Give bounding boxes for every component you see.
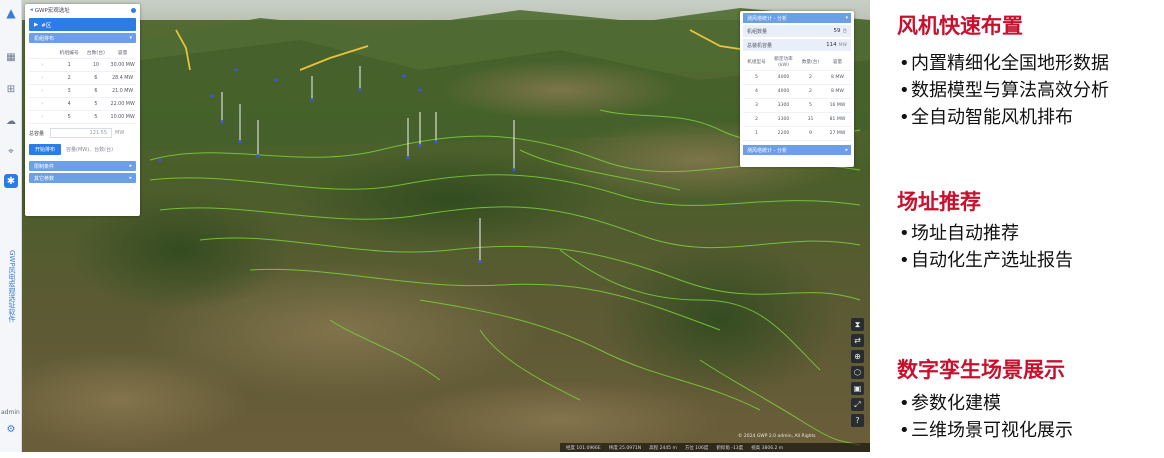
start-layout-button[interactable]: 开始排布 — [29, 143, 62, 155]
total-capacity-field[interactable]: 121.55 — [50, 128, 113, 138]
back-icon[interactable]: ◂ — [30, 7, 33, 13]
table-row[interactable]: › 1 10 30.00 MW — [29, 59, 136, 72]
table-row[interactable]: › 4 5 22.00 MW — [29, 98, 136, 111]
list-item: •自动化生产选址报告 — [899, 250, 1073, 271]
turbine-count-stat: 机组数量 59 台 — [743, 25, 851, 37]
table-row[interactable]: 3 3300 5 16 MW — [743, 99, 851, 113]
total-capacity-stat: 总装机容量 114 MW — [743, 39, 851, 51]
statistics-panel-footer[interactable]: 测风塔统计 - 分析 ▸ — [743, 145, 851, 155]
feature-list-site: •场址自动推荐 •自动化生产选址报告 — [899, 220, 1073, 274]
list-item: •三维场景可视化展示 — [899, 420, 1073, 441]
copyright-text: © 2024 GWP 2.0 admin, All Rights — [738, 434, 816, 439]
feature-title-site: 场址推荐 — [897, 190, 981, 214]
heading-readout: 方位 106度 — [684, 445, 709, 451]
turbine-layout-section[interactable]: 机组排布 ▾ — [29, 33, 136, 43]
chevron-right-icon: ▸ — [129, 163, 132, 169]
cloud-icon[interactable]: ☁ — [4, 114, 18, 128]
app-title-vertical: GWP风电宏观选址软件 — [8, 250, 16, 323]
chevron-down-icon: ▾ — [845, 15, 848, 21]
table-row[interactable]: › 3 6 21.0 MW — [29, 85, 136, 98]
chevron-right-icon: ▸ — [845, 147, 848, 153]
view-cube-icon[interactable]: ⬡ — [851, 366, 864, 379]
other-params-section[interactable]: 其它参数 ▸ — [29, 173, 136, 183]
table-row[interactable]: 5 4000 2 8 MW — [743, 71, 851, 85]
list-item: •场址自动推荐 — [899, 223, 1019, 244]
model-table: 机组型号 额定功率(kW) 数量(台) 容量 5 4000 2 8 MW 4 4000 2… — [743, 55, 851, 141]
camera-height-readout: 视高 3806.2 m — [751, 445, 784, 451]
pitch-readout: 俯仰角 -13度 — [716, 445, 744, 451]
layer-icon[interactable]: ▣ — [851, 382, 864, 395]
elevation-readout: 高程 2445 m — [649, 445, 677, 451]
gis-app-window: ▲ ▦ ⊞ ☁ ⌖ ✱ GWP风电宏观选址软件 admin ⚙ ◂ GWP宏观选… — [0, 0, 870, 452]
table-row[interactable]: › 2 6 28.4 MW — [29, 72, 136, 85]
list-item: •全自动智能风机排布 — [899, 107, 1073, 128]
visibility-icon[interactable] — [131, 7, 136, 13]
turbine-table: 机组编号 台数(台) 容量 › 1 10 30.00 MW › 2 6 28.4 MW … — [29, 46, 136, 124]
statistics-panel-header[interactable]: 测风塔统计 - 分析 ▾ — [743, 13, 851, 23]
fullscreen-icon[interactable]: ⤢ — [851, 398, 864, 411]
location-icon[interactable]: ⌖ — [4, 144, 18, 158]
chevron-right-icon: ▸ — [129, 175, 132, 181]
help-icon[interactable]: ? — [851, 414, 864, 427]
layout-panel-header: ◂ GWP宏观选址 — [25, 4, 140, 16]
play-icon: ▶ — [34, 21, 39, 28]
locate-icon[interactable]: ⊕ — [851, 350, 864, 363]
total-capacity-row: 总容量 121.55 MW — [29, 128, 125, 138]
table-row[interactable]: 1 2200 9 27 MW — [743, 127, 851, 141]
list-item: •参数化建模 — [899, 393, 1001, 414]
current-user[interactable]: admin — [1, 409, 20, 416]
status-bar: 经度 101.0966E 纬度 25.0971N 高程 2445 m 方位 10… — [560, 443, 870, 452]
grid-icon[interactable]: ⊞ — [4, 82, 18, 96]
feature-title-layout: 风机快速布置 — [897, 14, 1023, 38]
left-icon-rail: ▲ ▦ ⊞ ☁ ⌖ ✱ GWP风电宏观选址软件 admin ⚙ — [0, 0, 22, 452]
feature-list-twin: •参数化建模 •三维场景可视化展示 — [899, 390, 1073, 444]
table-header: 机组编号 台数(台) 容量 — [29, 46, 136, 59]
statistics-panel: 测风塔统计 - 分析 ▾ 机组数量 59 台 总装机容量 114 MW 机组型号… — [740, 11, 854, 167]
action-row: 开始排布 容量(MW)、台数(台) — [29, 143, 136, 155]
table-row[interactable]: 2 3300 31 81 MW — [743, 113, 851, 127]
block-selector[interactable]: ▶ #区 — [29, 18, 136, 31]
hourglass-icon[interactable]: ⧗ — [851, 318, 864, 331]
feature-list-layout: •内置精细化全国地形数据 •数据模型与算法高效分析 •全自动智能风机排布 — [899, 50, 1109, 131]
list-item: •内置精细化全国地形数据 — [899, 53, 1109, 74]
map-layer-icon[interactable]: ▦ — [4, 50, 18, 64]
app-logo-icon: ▲ — [6, 6, 16, 20]
settings-icon[interactable]: ⚙ — [4, 422, 18, 436]
turbine-layout-icon[interactable]: ✱ — [4, 174, 18, 188]
chevron-down-icon: ▾ — [129, 35, 132, 41]
layout-panel: ◂ GWP宏观选址 ▶ #区 机组排布 ▾ 机组编号 台数(台) 容量 › 1 … — [25, 4, 140, 216]
swap-icon[interactable]: ⇄ — [851, 334, 864, 347]
longitude-readout: 经度 101.0966E — [566, 445, 601, 451]
hint-text: 容量(MW)、台数(台) — [66, 146, 114, 153]
list-item: •数据模型与算法高效分析 — [899, 80, 1109, 101]
table-header: 机组型号 额定功率(kW) 数量(台) 容量 — [743, 55, 851, 71]
table-row[interactable]: › 5 5 10.00 MW — [29, 111, 136, 124]
slide: ▲ ▦ ⊞ ☁ ⌖ ✱ GWP风电宏观选址软件 admin ⚙ ◂ GWP宏观选… — [0, 0, 1164, 458]
map-tool-column: ⧗ ⇄ ⊕ ⬡ ▣ ⤢ ? — [851, 318, 867, 430]
table-row[interactable]: 4 4000 2 8 MW — [743, 85, 851, 99]
latitude-readout: 纬度 25.0971N — [608, 445, 642, 451]
constraints-section[interactable]: 限制条件 ▸ — [29, 161, 136, 171]
feature-title-twin: 数字孪生场景展示 — [897, 358, 1065, 382]
